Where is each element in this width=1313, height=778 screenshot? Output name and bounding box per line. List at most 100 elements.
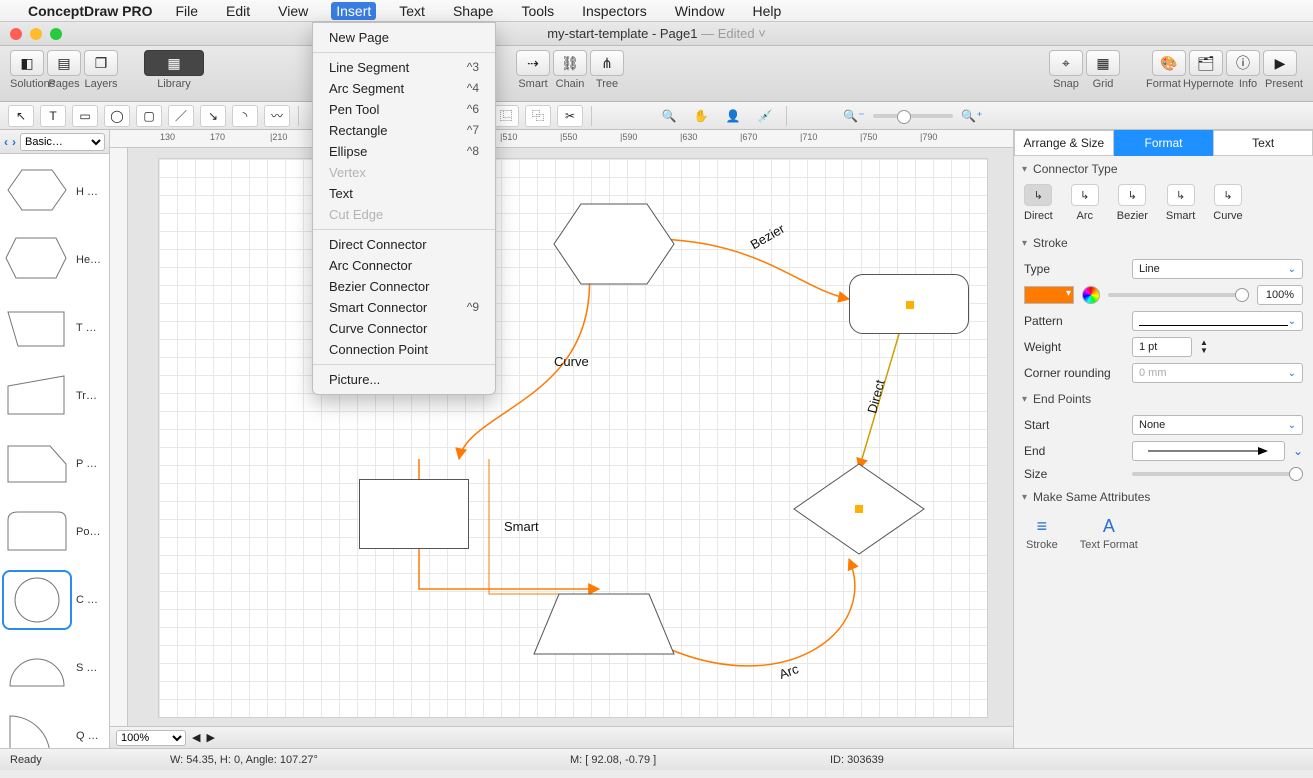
weight-input[interactable]: 1 pt — [1132, 337, 1192, 357]
page-nav-prev[interactable]: ◀ — [192, 731, 200, 744]
endpoint-size-slider[interactable] — [1132, 472, 1303, 476]
library-item[interactable]: C … — [4, 566, 105, 634]
snap-button[interactable]: ⌖ — [1049, 50, 1083, 76]
menu-window[interactable]: Window — [670, 2, 730, 20]
zoom-out-button[interactable]: 🔍⁻ — [841, 105, 867, 127]
shape-hexagon[interactable] — [549, 199, 679, 289]
rounded-rect-tool[interactable]: ▢ — [136, 105, 162, 127]
end-arrow-select[interactable] — [1132, 441, 1285, 461]
shape-rectangle[interactable] — [359, 479, 469, 549]
person-icon[interactable]: 👤 — [720, 105, 746, 127]
same-stroke-button[interactable]: ≡Stroke — [1026, 516, 1058, 551]
corner-rounding-select[interactable]: 0 mm⌄ — [1132, 363, 1303, 383]
color-wheel-icon[interactable] — [1082, 286, 1100, 304]
present-button[interactable]: ▶ — [1263, 50, 1297, 76]
arc-tool[interactable]: ◝ — [232, 105, 258, 127]
hand-tool[interactable]: ✋ — [688, 105, 714, 127]
tab-format[interactable]: Format — [1114, 130, 1214, 156]
zoom-select[interactable]: 100% — [116, 730, 186, 746]
close-window-icon[interactable] — [10, 28, 22, 40]
tab-arrange-size[interactable]: Arrange & Size — [1014, 130, 1114, 156]
menu-item-line-segment[interactable]: Line Segment^3 — [313, 57, 495, 78]
shape-diamond[interactable] — [789, 459, 929, 559]
ungroup-tool[interactable]: ⿻ — [525, 105, 551, 127]
ellipse-tool[interactable]: ◯ — [104, 105, 130, 127]
connector-type-arc[interactable]: ↳Arc — [1071, 184, 1099, 222]
menu-item-arc-segment[interactable]: Arc Segment^4 — [313, 78, 495, 99]
library-nav-back[interactable]: ‹ — [4, 135, 8, 149]
connector-tool[interactable]: ↘ — [200, 105, 226, 127]
chain-connector-button[interactable]: ⛓ — [553, 50, 587, 76]
menu-tools[interactable]: Tools — [516, 2, 559, 20]
library-item[interactable]: Tr… — [4, 362, 105, 430]
zoom-slider[interactable] — [873, 114, 953, 118]
document-title[interactable]: my-start-template - Page1 — Edited ˅ — [547, 26, 766, 41]
menu-inspectors[interactable]: Inspectors — [577, 2, 652, 20]
app-name[interactable]: ConceptDraw PRO — [28, 3, 152, 19]
menu-shape[interactable]: Shape — [448, 2, 498, 20]
same-text-format-button[interactable]: AText Format — [1080, 516, 1138, 551]
format-panel-button[interactable]: 🎨 — [1152, 50, 1186, 76]
shape-rounded-rect[interactable] — [849, 274, 969, 334]
zoom-in-button[interactable]: 🔍⁺ — [959, 105, 985, 127]
stroke-color-swatch[interactable] — [1024, 286, 1074, 304]
page-surface[interactable]: Bezier Curve Direct Smart Arc — [158, 158, 988, 718]
library-item[interactable]: S … — [4, 634, 105, 702]
menu-view[interactable]: View — [273, 2, 313, 20]
tab-text[interactable]: Text — [1213, 130, 1313, 156]
bezier-tool[interactable]: 〰 — [264, 105, 290, 127]
pointer-tool[interactable]: ↖ — [8, 105, 34, 127]
zoom-window-icon[interactable] — [50, 28, 62, 40]
menu-item-new-page[interactable]: New Page — [313, 27, 495, 48]
menu-item-smart-connector[interactable]: Smart Connector^9 — [313, 297, 495, 318]
shape-trapezoid[interactable] — [529, 589, 679, 659]
section-same-attributes[interactable]: Make Same Attributes — [1014, 484, 1313, 510]
solutions-button[interactable]: ◧ — [10, 50, 44, 76]
menu-item-curve-connector[interactable]: Curve Connector — [313, 318, 495, 339]
group-tool[interactable]: ⿺ — [493, 105, 519, 127]
library-item[interactable]: He… — [4, 226, 105, 294]
page-nav-next[interactable]: ▶ — [206, 731, 214, 744]
connector-type-direct[interactable]: ↳Direct — [1024, 184, 1053, 222]
layers-button[interactable]: ❐ — [84, 50, 118, 76]
opacity-slider[interactable] — [1108, 293, 1249, 297]
library-item[interactable]: H … — [4, 158, 105, 226]
line-tool[interactable]: ／ — [168, 105, 194, 127]
tree-connector-button[interactable]: ⋔ — [590, 50, 624, 76]
library-selector[interactable]: Basic… — [20, 133, 105, 151]
text-tool[interactable]: T — [40, 105, 66, 127]
smart-connector-button[interactable]: ⇢ — [516, 50, 550, 76]
rect-tool[interactable]: ▭ — [72, 105, 98, 127]
section-end-points[interactable]: End Points — [1014, 386, 1313, 412]
library-button[interactable]: ▦ — [144, 50, 204, 76]
library-item[interactable]: Po… — [4, 498, 105, 566]
info-button[interactable]: ⓘ — [1226, 50, 1260, 76]
hypernote-button[interactable]: 🗂 — [1189, 50, 1223, 76]
menu-item-direct-connector[interactable]: Direct Connector — [313, 234, 495, 255]
menu-item-pen-tool[interactable]: Pen Tool^6 — [313, 99, 495, 120]
menu-file[interactable]: File — [170, 2, 203, 20]
menu-insert[interactable]: Insert — [331, 2, 376, 20]
library-item[interactable]: Q … — [4, 702, 105, 748]
menu-text[interactable]: Text — [394, 2, 430, 20]
minimize-window-icon[interactable] — [30, 28, 42, 40]
magnifier-icon[interactable]: 🔍 — [656, 105, 682, 127]
connector-type-bezier[interactable]: ↳Bezier — [1117, 184, 1148, 222]
stroke-type-select[interactable]: Line⌄ — [1132, 259, 1303, 279]
menu-edit[interactable]: Edit — [221, 2, 255, 20]
pages-button[interactable]: ▤ — [47, 50, 81, 76]
connector-type-smart[interactable]: ↳Smart — [1166, 184, 1195, 222]
drawing-canvas[interactable]: Bezier Curve Direct Smart Arc — [128, 148, 1013, 726]
menu-item-rectangle[interactable]: Rectangle^7 — [313, 120, 495, 141]
menu-item-text[interactable]: Text — [313, 183, 495, 204]
eyedropper-icon[interactable]: 💉 — [752, 105, 778, 127]
library-nav-fwd[interactable]: › — [12, 135, 16, 149]
menu-help[interactable]: Help — [748, 2, 787, 20]
library-item[interactable]: T … — [4, 294, 105, 362]
connector-type-curve[interactable]: ↳Curve — [1213, 184, 1242, 222]
opacity-value[interactable]: 100% — [1257, 285, 1303, 305]
menu-item-bezier-connector[interactable]: Bezier Connector — [313, 276, 495, 297]
menu-item-arc-connector[interactable]: Arc Connector — [313, 255, 495, 276]
pattern-select[interactable]: ⌄ — [1132, 311, 1303, 331]
section-connector-type[interactable]: Connector Type — [1014, 156, 1313, 182]
